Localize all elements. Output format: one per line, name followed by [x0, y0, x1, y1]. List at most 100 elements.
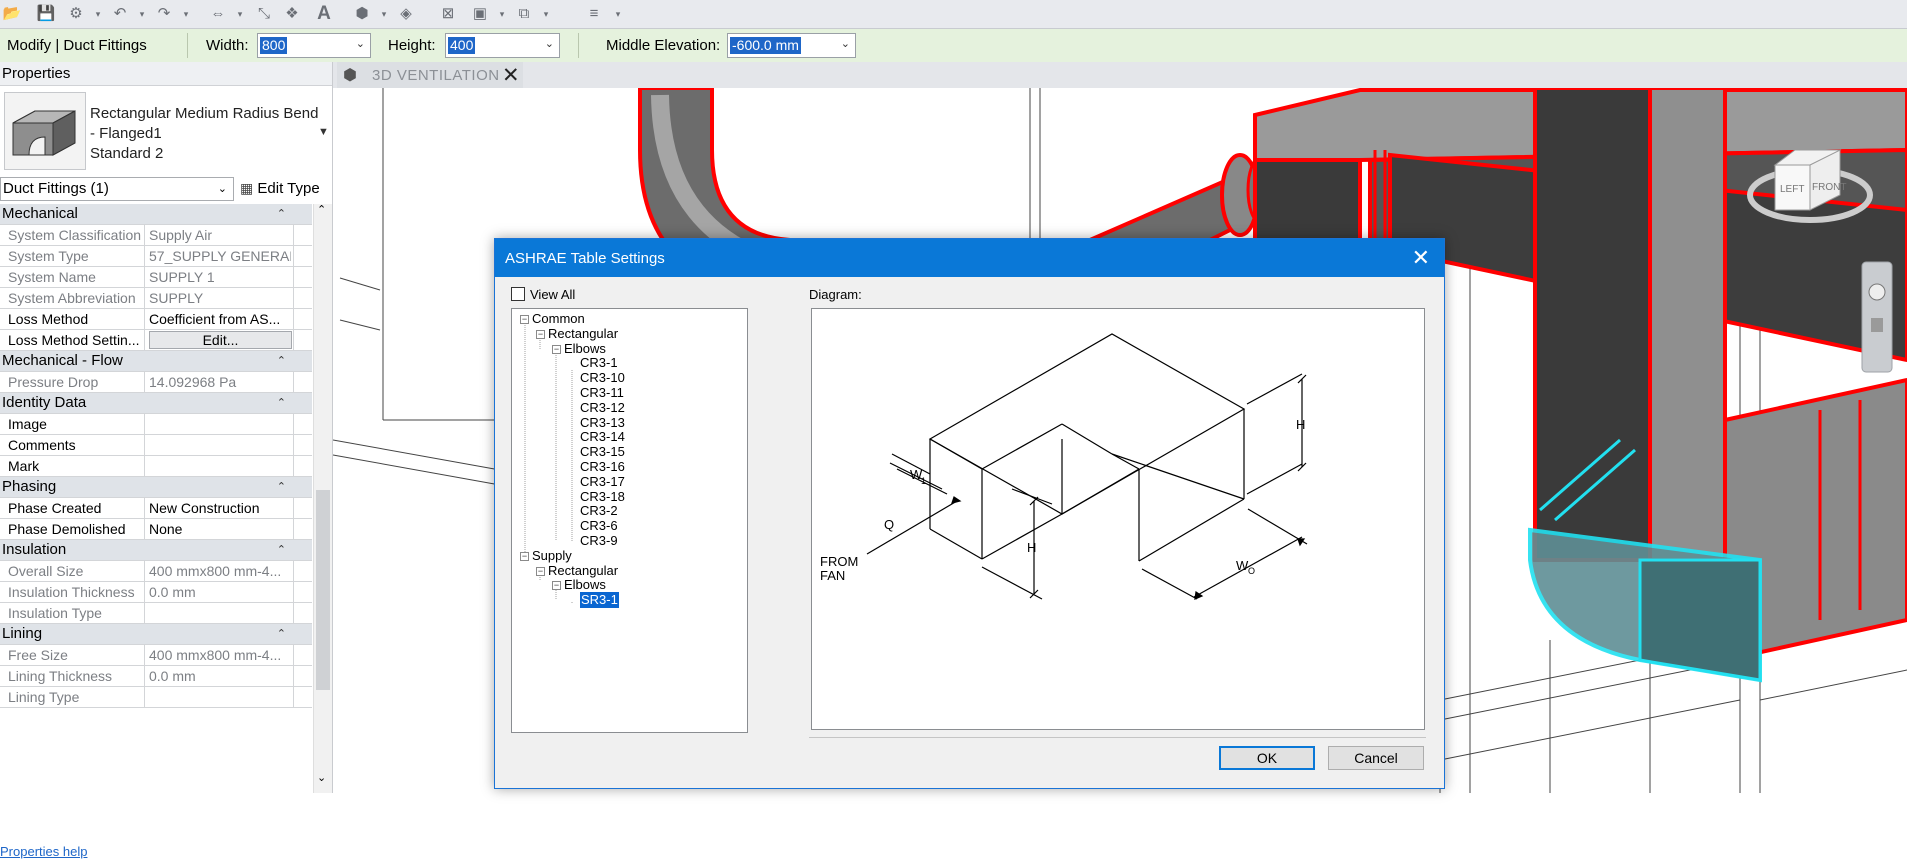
property-value[interactable]: None — [149, 519, 291, 539]
3d-view-icon[interactable]: ⬢ — [352, 4, 372, 24]
tree-item-group[interactable]: Rectangular — [548, 563, 618, 579]
property-section-header[interactable]: Mechanical ⌃ — [0, 204, 312, 225]
fitting-tree[interactable]: − Common − Rectangular − Elbows CR3-1 CR3-10 CR3… — [511, 308, 748, 733]
associate-parameter-cell[interactable] — [293, 414, 311, 434]
property-row[interactable]: System Abbreviation SUPPLY — [0, 288, 312, 309]
thin-lines-icon[interactable]: ≡ — [584, 4, 604, 24]
tree-item-table[interactable]: CR3-9 — [580, 533, 618, 549]
save-icon[interactable]: 💾 — [36, 4, 56, 24]
chevron-down-icon[interactable]: ▾ — [498, 5, 506, 23]
chevron-down-icon[interactable]: ▾ — [236, 5, 244, 23]
property-row[interactable]: Insulation Type — [0, 603, 312, 624]
chevron-down-icon[interactable]: ⌄ — [545, 37, 554, 50]
collapse-toggle-icon[interactable]: − — [552, 344, 561, 354]
associate-parameter-cell[interactable] — [293, 246, 311, 266]
property-row[interactable]: System Type 57_SUPPLY GENERAL — [0, 246, 312, 267]
associate-parameter-cell[interactable] — [293, 561, 311, 581]
tree-item-table[interactable]: CR3-15 — [580, 444, 625, 460]
chevron-down-icon[interactable]: ▾ — [542, 5, 550, 23]
associate-parameter-cell[interactable] — [293, 582, 311, 602]
collapse-icon[interactable]: ⌃ — [277, 624, 286, 644]
height-combo[interactable]: 400 ⌄ — [445, 33, 560, 58]
redo-icon[interactable]: ↷ — [154, 4, 174, 24]
tree-item-table[interactable]: CR3-11 — [580, 385, 624, 401]
cube-front-label[interactable]: FRONT — [1812, 182, 1846, 193]
switch-windows-icon[interactable]: ▣ — [470, 4, 490, 24]
type-name[interactable]: Rectangular Medium Radius Bend - Flanged… — [90, 104, 320, 164]
customize-icon[interactable]: ▾ — [614, 5, 622, 23]
associate-parameter-cell[interactable] — [293, 288, 311, 308]
elevation-combo[interactable]: -600.0 mm ⌄ — [727, 33, 856, 58]
tree-item-table[interactable]: CR3-14 — [580, 429, 625, 445]
tree-item-table[interactable]: CR3-12 — [580, 400, 625, 416]
width-combo[interactable]: 800 ⌄ — [257, 33, 371, 58]
property-row[interactable]: Overall Size 400 mmx800 mm-4... — [0, 561, 312, 582]
collapse-icon[interactable]: ⌃ — [277, 477, 286, 497]
property-row[interactable]: Lining Thickness 0.0 mm — [0, 666, 312, 687]
dimension-icon[interactable]: ⤡ — [254, 4, 274, 24]
property-value[interactable]: Coefficient from AS... — [149, 309, 291, 329]
measure-icon[interactable]: ⇔ — [208, 4, 228, 24]
sync-icon[interactable]: ⚙ — [66, 4, 86, 24]
property-section-header[interactable]: Mechanical - Flow ⌃ — [0, 351, 312, 372]
chevron-down-icon[interactable]: ⌄ — [317, 771, 326, 784]
property-section-header[interactable]: Phasing ⌃ — [0, 477, 312, 498]
property-row[interactable]: System Classification Supply Air — [0, 225, 312, 246]
close-icon[interactable]: ✕ — [502, 63, 520, 88]
property-value[interactable] — [149, 414, 291, 434]
chevron-down-icon[interactable]: ▾ — [94, 5, 102, 23]
tree-item-table[interactable]: CR3-10 — [580, 370, 625, 386]
collapse-icon[interactable]: ⌃ — [277, 351, 286, 371]
property-row[interactable]: Mark — [0, 456, 312, 477]
collapse-icon[interactable]: ⌃ — [277, 540, 286, 560]
undo-icon[interactable]: ↶ — [110, 4, 130, 24]
property-row[interactable]: Lining Type — [0, 687, 312, 708]
ok-button[interactable]: OK — [1219, 746, 1315, 770]
associate-parameter-cell[interactable] — [293, 498, 311, 518]
property-row[interactable]: Loss Method Coefficient from AS... — [0, 309, 312, 330]
tile-icon[interactable]: ⧉ — [514, 4, 534, 24]
properties-help-link[interactable]: Properties help — [0, 844, 87, 859]
tree-item-table[interactable]: CR3-1 — [580, 355, 618, 371]
chevron-down-icon[interactable]: ▾ — [182, 5, 190, 23]
tree-item-table[interactable]: CR3-17 — [580, 474, 625, 490]
width-value[interactable]: 800 — [260, 37, 288, 54]
close-icon[interactable]: ✕ — [1412, 245, 1430, 271]
associate-parameter-cell[interactable] — [293, 267, 311, 287]
properties-scrollbar[interactable]: ⌃ ⌄ — [313, 204, 332, 793]
collapse-toggle-icon[interactable]: − — [520, 551, 529, 561]
tree-item-table[interactable]: CR3-13 — [580, 415, 625, 431]
chevron-down-icon[interactable]: ▾ — [380, 5, 388, 23]
collapse-toggle-icon[interactable]: − — [536, 566, 545, 576]
tree-item-table[interactable]: CR3-2 — [580, 503, 618, 519]
collapse-toggle-icon[interactable]: − — [536, 329, 545, 339]
property-row[interactable]: Insulation Thickness 0.0 mm — [0, 582, 312, 603]
associate-parameter-cell[interactable] — [293, 225, 311, 245]
tree-item-table[interactable]: CR3-18 — [580, 489, 625, 505]
tree-item-group[interactable]: Supply — [532, 548, 572, 564]
instance-selector[interactable]: Duct Fittings (1) ⌄ — [0, 177, 234, 201]
associate-parameter-cell[interactable] — [293, 666, 311, 686]
property-row[interactable]: Loss Method Settin... Edit... — [0, 330, 312, 351]
property-row[interactable]: Free Size 400 mmx800 mm-4... — [0, 645, 312, 666]
property-section-header[interactable]: Lining ⌃ — [0, 624, 312, 645]
checkbox-box[interactable] — [511, 287, 525, 301]
cancel-button[interactable]: Cancel — [1328, 746, 1424, 770]
property-row[interactable]: Comments — [0, 435, 312, 456]
tree-item-table[interactable]: SR3-1 — [580, 592, 619, 609]
navigation-bar[interactable] — [1861, 261, 1893, 373]
property-row[interactable]: Phase Created New Construction — [0, 498, 312, 519]
property-value[interactable] — [149, 456, 291, 476]
property-row[interactable]: Image — [0, 414, 312, 435]
cube-left-label[interactable]: LEFT — [1780, 184, 1804, 195]
property-row[interactable]: Pressure Drop 14.092968 Pa — [0, 372, 312, 393]
chevron-down-icon[interactable]: ⌄ — [356, 37, 365, 50]
edit-loss-method-button[interactable]: Edit... — [149, 331, 292, 349]
collapse-icon[interactable]: ⌃ — [277, 204, 286, 224]
property-section-header[interactable]: Insulation ⌃ — [0, 540, 312, 561]
chevron-up-icon[interactable]: ⌃ — [317, 203, 326, 216]
associate-parameter-cell[interactable] — [293, 456, 311, 476]
elevation-value[interactable]: -600.0 mm — [730, 37, 801, 54]
tree-item-group[interactable]: Common — [532, 311, 585, 327]
open-icon[interactable]: 📂 — [2, 4, 22, 24]
